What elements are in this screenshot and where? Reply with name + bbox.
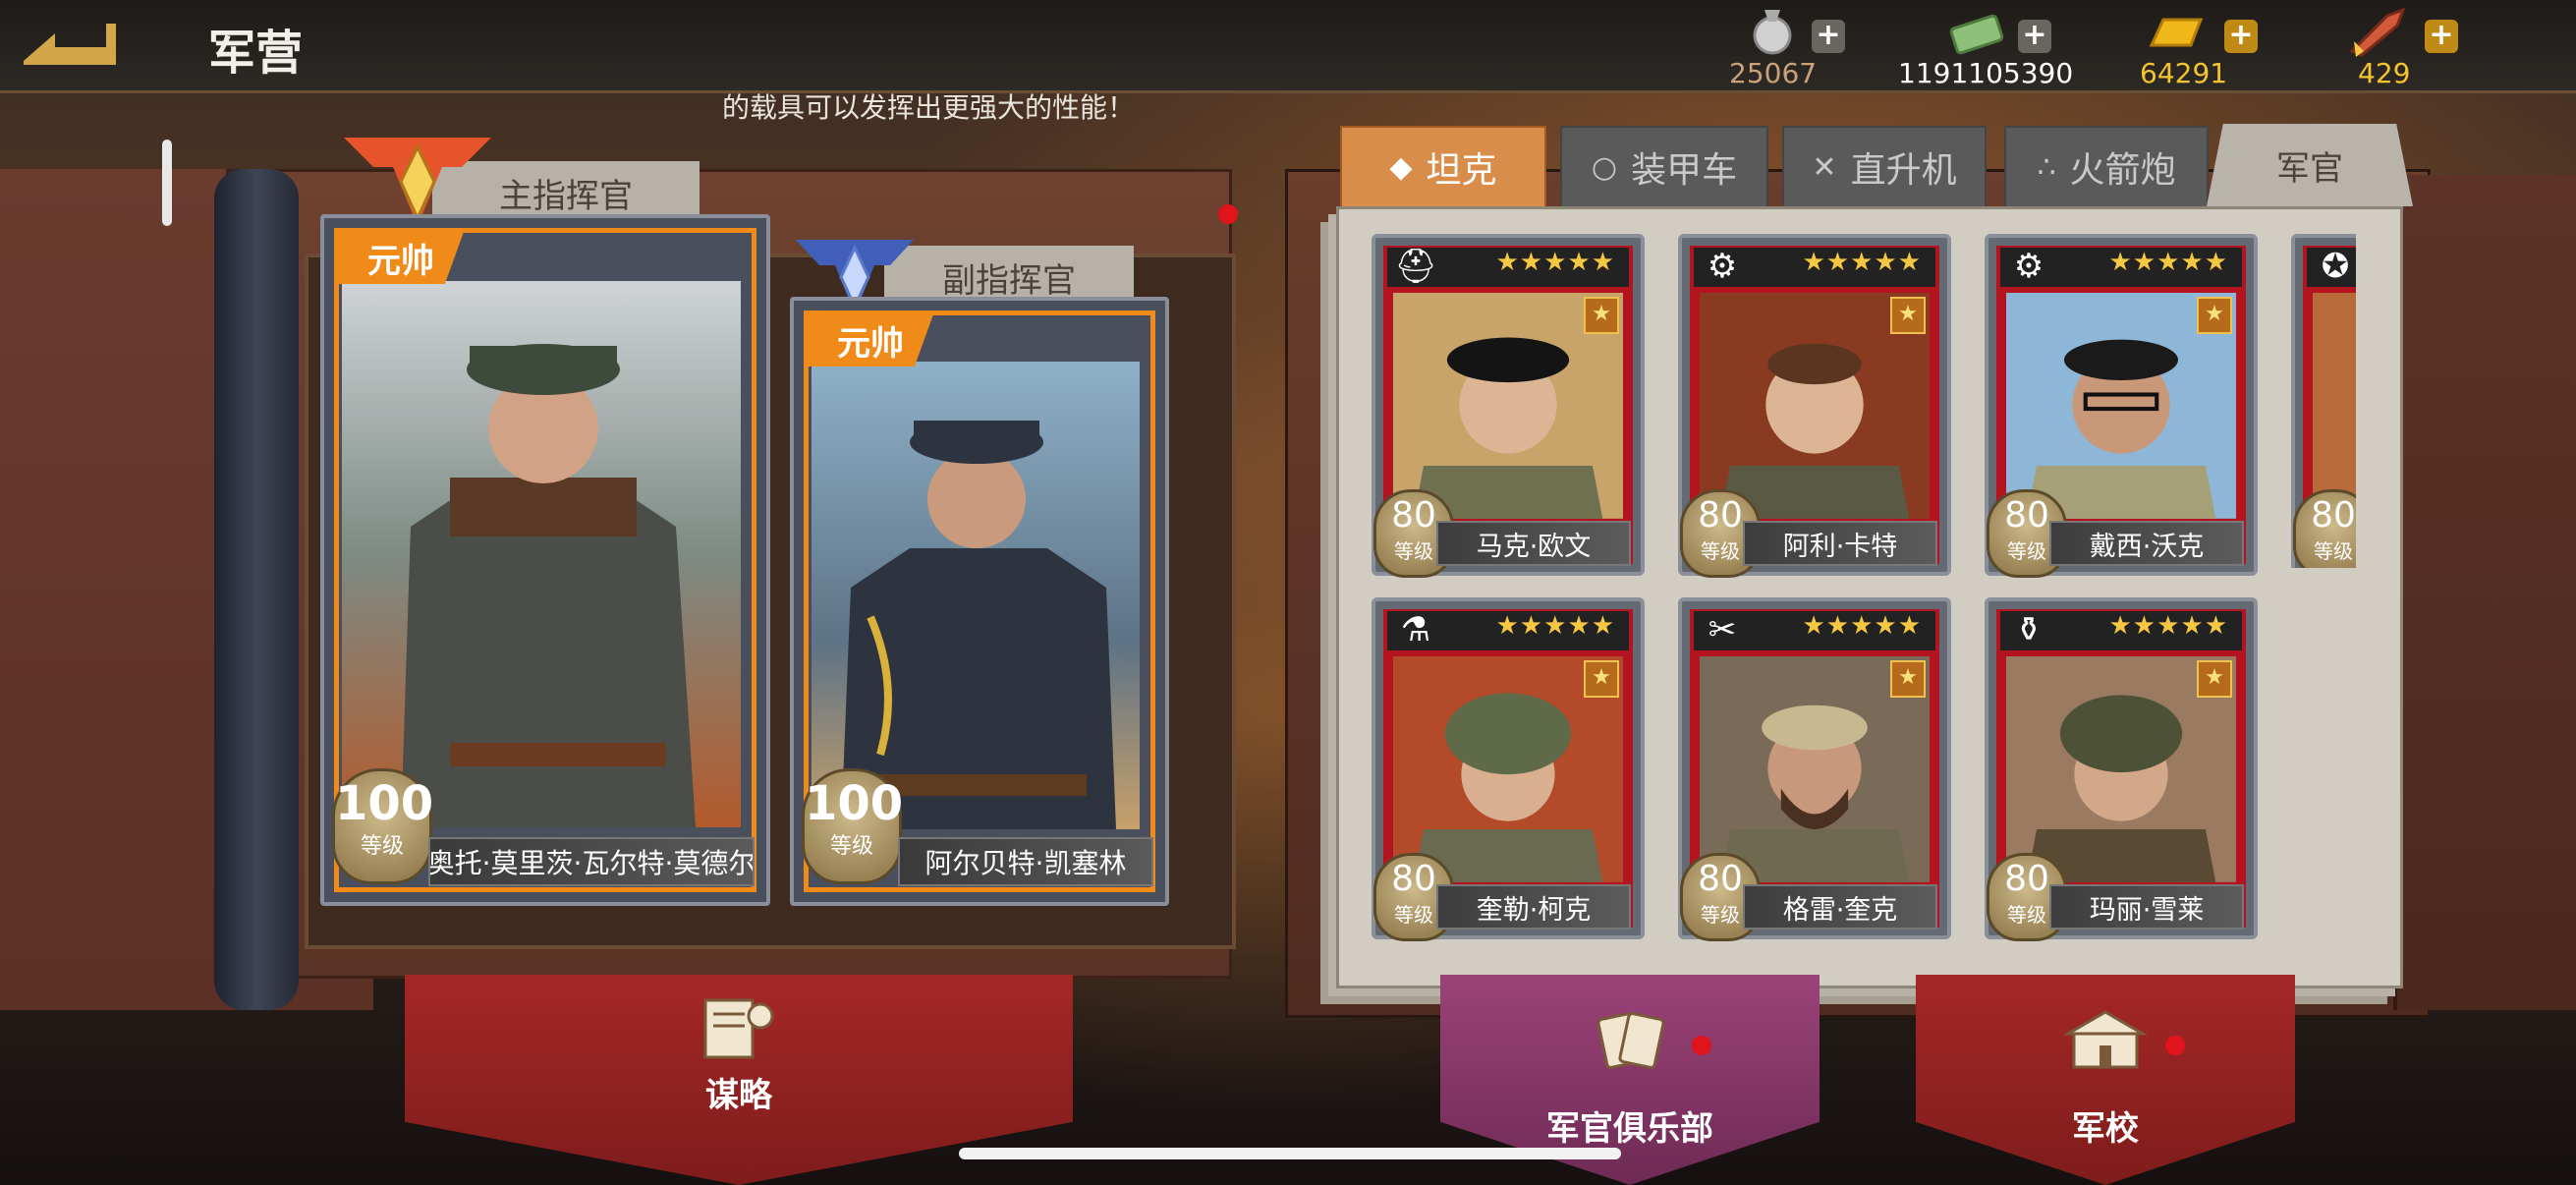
cash-icon — [1949, 14, 2004, 55]
resource-gold: + 64291 — [2136, 6, 2273, 89]
add-rockets-button[interactable]: + — [2425, 20, 2458, 53]
medal-badge-icon: ★ — [2197, 297, 2232, 334]
gold-value: 64291 — [2140, 57, 2228, 89]
tab-tank[interactable]: ◆ 坦克 — [1340, 126, 1546, 208]
medal-icon — [1753, 10, 1792, 55]
circle-icon: ○ — [1591, 149, 1618, 185]
gears-icon: ⚙ — [2013, 247, 2044, 286]
main-commander-level-badge: 100 等级 — [332, 768, 434, 884]
officer-level-badge: 80 等级 — [2293, 489, 2356, 568]
tab-label: 坦克 — [1426, 150, 1497, 191]
star-rating: ★★★★★ — [1802, 611, 1922, 641]
medal-badge-icon: ★ — [2197, 660, 2232, 698]
star-rating: ★★★★★ — [1495, 611, 1615, 641]
level-number: 100 — [805, 776, 904, 831]
medal-badge-icon: ★ — [1584, 297, 1619, 334]
officer-card[interactable]: ✂ ★★★★★ ★ 80 等级 格雷·奎克 — [1678, 597, 1951, 941]
officer-card: ✪ 80 等级 — [2291, 234, 2356, 568]
cap-icon: ⛑ — [1394, 247, 1437, 286]
star-rating: ★★★★★ — [1495, 248, 1615, 277]
main-commander-name: 奥托·莫里茨·瓦尔特·莫德尔 — [428, 837, 755, 886]
tab-label: 装甲车 — [1631, 150, 1738, 191]
sub-commander-rank: 元帅 — [808, 314, 933, 367]
level-number: 100 — [335, 776, 434, 831]
cross-icon: ✕ — [1812, 149, 1837, 185]
tab-helicopter[interactable]: ✕ 直升机 — [1782, 126, 1987, 208]
notification-dot — [2165, 1036, 2185, 1055]
back-arrow-icon[interactable] — [16, 14, 122, 73]
notification-dot — [1218, 204, 1238, 224]
top-bar: 军营 + 25067 + 1191105390 + 64291 + 429 — [0, 0, 2576, 93]
sub-commander-level-badge: 100 等级 — [802, 768, 904, 884]
resource-rockets: + 429 — [2348, 6, 2476, 89]
medal-badge-icon: ★ — [1890, 660, 1926, 698]
home-indicator[interactable] — [959, 1148, 1621, 1159]
right-book-edge — [2393, 175, 2576, 1010]
notification-dot — [1692, 1036, 1711, 1055]
star-badge-icon: ✪ — [2321, 247, 2350, 286]
school-icon — [2064, 1010, 2147, 1069]
notice-text: 的载具可以发挥出更强大的性能！ — [722, 91, 1136, 124]
flask-icon: ⚗ — [1400, 610, 1431, 649]
officer-name: 戴西·沃克 — [2049, 521, 2244, 566]
sub-commander-name: 阿尔贝特·凯塞林 — [898, 837, 1153, 886]
strategy-icon — [703, 998, 774, 1059]
officer-card[interactable]: ⚗ ★★★★★ ★ 80 等级 奎勒·柯克 — [1372, 597, 1645, 941]
gold-bar-icon — [2149, 18, 2204, 47]
star-rating: ★★★★★ — [2108, 611, 2228, 641]
rockets-value: 429 — [2358, 57, 2411, 89]
sub-commander-card[interactable]: 元帅 100 等级 阿尔贝特·凯塞林 — [790, 297, 1169, 906]
tab-officers[interactable]: 军官 — [2207, 124, 2413, 206]
button-label: 谋略 — [705, 1076, 772, 1115]
officer-card[interactable]: ⚱ ★★★★★ ★ 80 等级 玛丽·雪莱 — [1985, 597, 2258, 941]
cluster-icon: ∴ — [2037, 149, 2056, 185]
scrollbar[interactable] — [162, 140, 172, 226]
officer-card[interactable]: ⛑ ★★★★★ ★ 80 等级 马克·欧文 — [1372, 234, 1645, 578]
medal-badge-icon: ★ — [1890, 297, 1926, 334]
add-medals-button[interactable]: + — [1812, 20, 1845, 53]
star-rating: ★★★★★ — [2108, 248, 2228, 277]
tab-rocket-artillery[interactable]: ∴ 火箭炮 — [2004, 126, 2209, 208]
officer-name: 奎勒·柯克 — [1436, 884, 1631, 930]
tab-label: 直升机 — [1850, 150, 1957, 191]
officer-name: 格雷·奎克 — [1743, 884, 1937, 930]
tab-label: 火箭炮 — [2069, 150, 2176, 191]
main-commander-rank: 元帅 — [338, 232, 464, 284]
officer-portrait — [2313, 293, 2356, 519]
tab-armored-car[interactable]: ○ 装甲车 — [1560, 126, 1768, 208]
medals-value: 25067 — [1729, 57, 1818, 89]
add-gold-button[interactable]: + — [2224, 20, 2258, 53]
level-number: 80 — [2311, 495, 2356, 536]
diamond-icon: ◆ — [1389, 149, 1413, 185]
officer-name: 马克·欧文 — [1436, 521, 1631, 566]
officer-card-partial[interactable]: ✪ 80 等级 — [2291, 234, 2356, 568]
officer-name: 玛丽·雪莱 — [2049, 884, 2244, 930]
resource-medals: + 25067 — [1729, 6, 1906, 89]
button-label: 军官俱乐部 — [1546, 1109, 1713, 1149]
cards-icon — [1596, 1012, 1665, 1069]
main-commander-portrait — [342, 281, 741, 827]
level-label: 等级 — [829, 834, 873, 859]
level-label: 等级 — [2314, 539, 2353, 563]
officer-name: 阿利·卡特 — [1743, 521, 1937, 566]
medal-badge-icon: ★ — [1584, 660, 1619, 698]
level-label: 等级 — [360, 834, 404, 859]
cash-value: 1191105390 — [1898, 57, 2074, 89]
military-school-button[interactable]: 军校 — [1916, 975, 2295, 1185]
main-commander-card[interactable]: 元帅 100 等级 奥托·莫里茨·瓦尔特·莫德尔 — [320, 214, 770, 906]
gear-icon: ⚙ — [1707, 247, 1738, 286]
wrench-icon: ✂ — [1708, 610, 1737, 649]
button-label: 军校 — [2072, 1109, 2139, 1149]
sub-commander-portrait — [812, 362, 1140, 829]
book-spine — [214, 169, 299, 1010]
bottle-icon: ⚱ — [2014, 610, 2044, 649]
add-cash-button[interactable]: + — [2018, 20, 2051, 53]
main-commander-emblem-icon — [344, 138, 491, 226]
rocket-icon — [2349, 7, 2406, 57]
star-rating: ★★★★★ — [1802, 248, 1922, 277]
resource-cash: + 1191105390 — [1898, 6, 2134, 89]
officer-card[interactable]: ⚙ ★★★★★ ★ 80 等级 戴西·沃克 — [1985, 234, 2258, 578]
page-title: 军营 — [208, 26, 304, 81]
officer-card[interactable]: ⚙ ★★★★★ ★ 80 等级 阿利·卡特 — [1678, 234, 1951, 578]
